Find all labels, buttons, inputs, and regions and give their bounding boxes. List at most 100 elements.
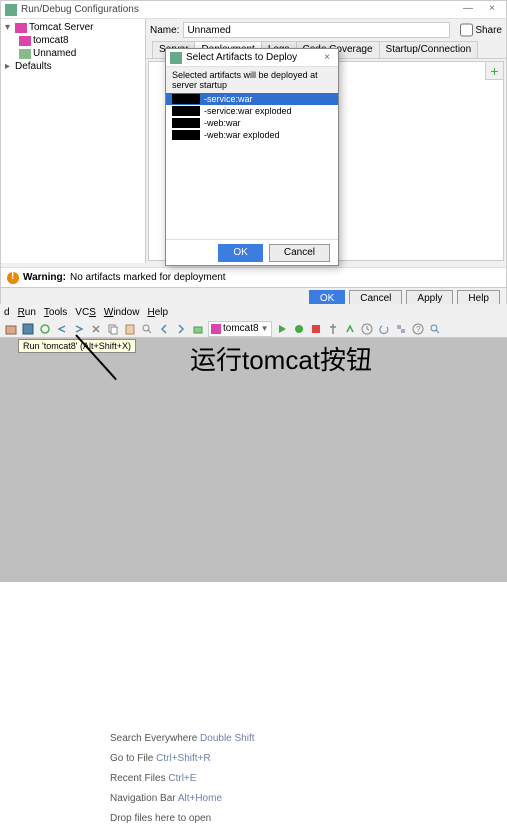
artifact-list[interactable]: -service:war -service:war exploded -web:wa… [166, 93, 338, 239]
artifact-item[interactable]: -service:war exploded [166, 105, 338, 117]
revert-icon[interactable] [377, 322, 391, 336]
shortcut-key: Double Shift [200, 733, 254, 744]
modal-close-button[interactable]: × [320, 52, 334, 63]
welcome-shortcuts: Search Everywhere Double ShiftGo to File… [110, 729, 255, 829]
back-icon[interactable] [157, 322, 171, 336]
shortcut-row: Navigation Bar Alt+Home [110, 789, 255, 809]
shortcut-row: Go to File Ctrl+Shift+R [110, 749, 255, 769]
open-icon[interactable] [4, 322, 18, 336]
tree-defaults[interactable]: ▸ Defaults [3, 60, 143, 73]
paste-icon[interactable] [123, 322, 137, 336]
dialog-icon [170, 52, 182, 64]
select-artifacts-dialog: Select Artifacts to Deploy × Selected ar… [165, 48, 339, 266]
menu-item[interactable]: Window [104, 307, 140, 318]
shortcut-key: Ctrl+E [168, 773, 196, 784]
artifact-suffix: -service:war [204, 94, 253, 104]
stop-icon[interactable] [309, 322, 323, 336]
redacted-icon [172, 130, 200, 140]
history-icon[interactable] [360, 322, 374, 336]
structure-icon[interactable] [394, 322, 408, 336]
find-icon[interactable] [140, 322, 154, 336]
warning-bar: Warning: No artifacts marked for deploym… [1, 267, 506, 287]
window-title: Run/Debug Configurations [21, 4, 139, 15]
chevron-down-icon: ▼ [261, 324, 269, 333]
artifact-item[interactable]: -service:war [166, 93, 338, 105]
minimize-button[interactable]: — [458, 3, 478, 17]
save-icon[interactable] [21, 322, 35, 336]
artifact-item[interactable]: -web:war [166, 117, 338, 129]
warning-label: Warning: [23, 272, 66, 283]
modal-title: Select Artifacts to Deploy [186, 52, 297, 63]
shortcut-label: Recent Files [110, 773, 166, 784]
redacted-icon [172, 118, 200, 128]
shortcut-label: Drop files here to open [110, 813, 211, 824]
tree-item-tomcat8[interactable]: tomcat8 [3, 34, 143, 47]
tree-defaults-label: Defaults [15, 61, 52, 72]
share-label: Share [475, 25, 502, 36]
tree-item-label: tomcat8 [33, 35, 69, 46]
tomcat-icon [211, 324, 221, 334]
add-artifact-button[interactable]: + [485, 62, 503, 80]
menu-item[interactable]: Run [18, 307, 36, 318]
config-tree: ▾ Tomcat Server tomcat8 Unnamed ▸ Defaul… [1, 19, 146, 263]
close-button[interactable]: × [482, 3, 502, 17]
artifact-suffix: -web:war [204, 118, 241, 128]
debug-icon[interactable] [292, 322, 306, 336]
tree-item-label: Unnamed [33, 48, 76, 59]
shortcut-label: Navigation Bar [110, 793, 176, 804]
app-icon [5, 4, 17, 16]
run-config-label: tomcat8 [223, 323, 259, 334]
undo-icon[interactable] [55, 322, 69, 336]
artifact-suffix: -web:war exploded [204, 130, 280, 140]
window-titlebar: Run/Debug Configurations — × [1, 1, 506, 19]
menu-item[interactable]: VCS [75, 307, 96, 318]
warning-icon [7, 272, 19, 284]
run-tooltip: Run 'tomcat8' (Alt+Shift+X) [18, 339, 136, 353]
shortcut-label: Go to File [110, 753, 153, 764]
redacted-icon [172, 106, 200, 116]
annotation-label: 运行tomcat按钮 [190, 340, 372, 377]
svg-text:?: ? [416, 325, 421, 334]
artifact-item[interactable]: -web:war exploded [166, 129, 338, 141]
tab-startup-connection[interactable]: Startup/Connection [379, 41, 479, 58]
redacted-icon [172, 94, 200, 104]
warning-text: No artifacts marked for deployment [70, 272, 226, 283]
tomcat-icon [15, 23, 27, 33]
build-icon[interactable] [191, 322, 205, 336]
commit-icon[interactable] [343, 322, 357, 336]
search-icon[interactable] [428, 322, 442, 336]
copy-icon[interactable] [106, 322, 120, 336]
git-icon[interactable] [326, 322, 340, 336]
run-icon[interactable] [275, 322, 289, 336]
modal-subtitle: Selected artifacts will be deployed at s… [166, 67, 338, 93]
name-input[interactable] [183, 22, 450, 38]
tree-item-unnamed[interactable]: Unnamed [3, 47, 143, 60]
name-label: Name: [150, 25, 179, 36]
share-checkbox[interactable] [460, 22, 473, 38]
menu-item[interactable]: d [4, 307, 10, 318]
refresh-icon[interactable] [38, 322, 52, 336]
modal-ok-button[interactable]: OK [218, 244, 262, 262]
tomcat-icon [19, 49, 31, 59]
chevron-right-icon: ▸ [5, 61, 13, 72]
artifact-suffix: -service:war exploded [204, 106, 292, 116]
help-icon[interactable]: ? [411, 322, 425, 336]
tomcat-icon [19, 36, 31, 46]
forward-icon[interactable] [174, 322, 188, 336]
menu-bar: d Run Tools VCS Window Help [0, 304, 507, 320]
cut-icon[interactable] [89, 322, 103, 336]
tree-root-label: Tomcat Server [29, 22, 93, 33]
chevron-down-icon: ▾ [5, 22, 13, 33]
shortcut-row: Drop files here to open [110, 809, 255, 829]
modal-cancel-button[interactable]: Cancel [269, 244, 330, 262]
tree-root[interactable]: ▾ Tomcat Server [3, 21, 143, 34]
shortcut-row: Search Everywhere Double Shift [110, 729, 255, 749]
modal-titlebar: Select Artifacts to Deploy × [166, 49, 338, 67]
shortcut-label: Search Everywhere [110, 733, 197, 744]
shortcut-row: Recent Files Ctrl+E [110, 769, 255, 789]
run-config-select[interactable]: tomcat8 ▼ [208, 321, 272, 337]
shortcut-key: Ctrl+Shift+R [156, 753, 210, 764]
redo-icon[interactable] [72, 322, 86, 336]
menu-item[interactable]: Help [147, 307, 168, 318]
menu-item[interactable]: Tools [44, 307, 67, 318]
